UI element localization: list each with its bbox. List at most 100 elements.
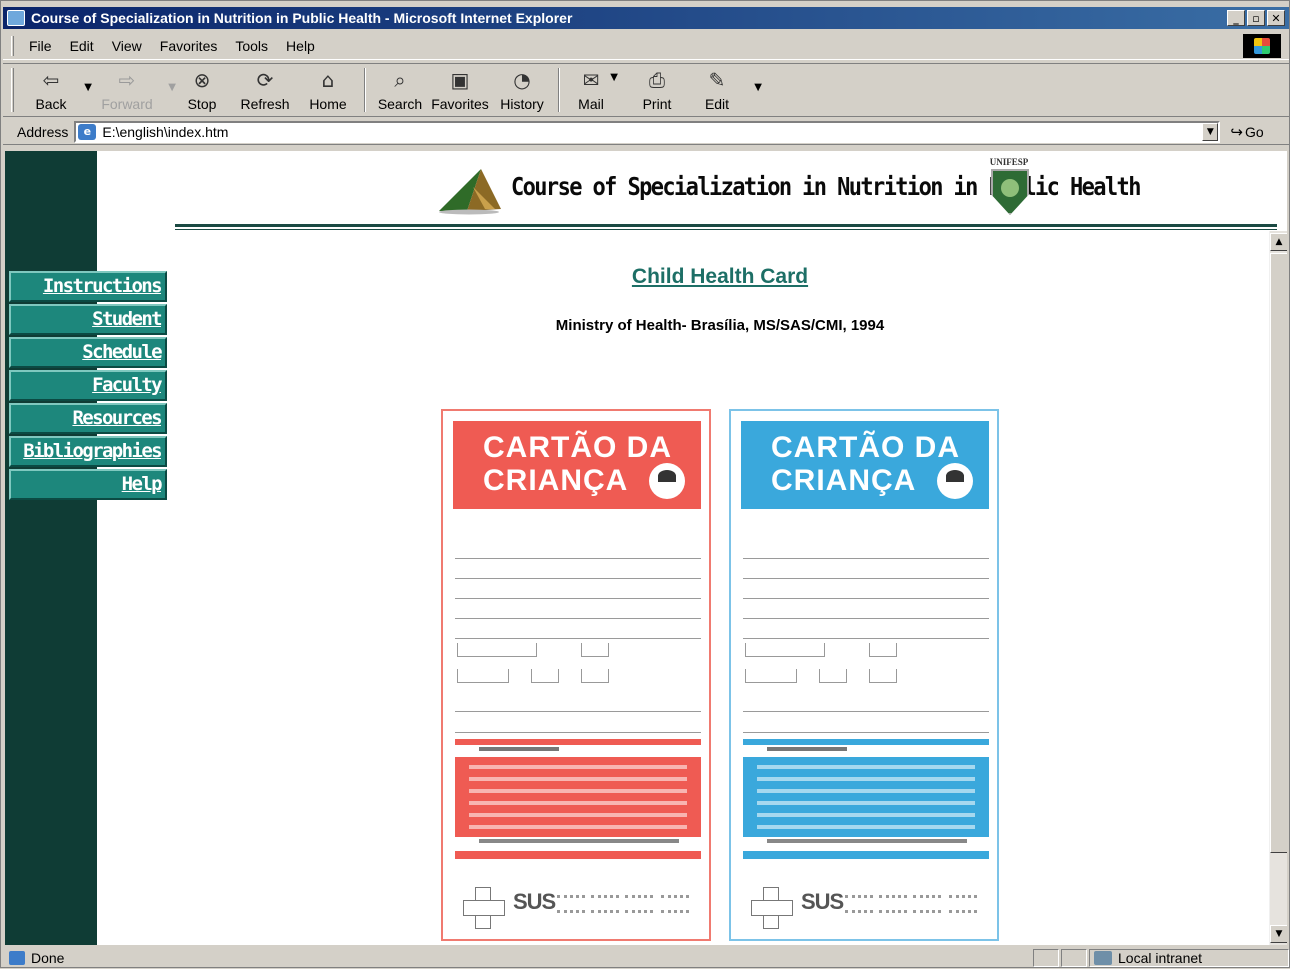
edit-button[interactable]: ✎ Edit ▼ bbox=[688, 64, 762, 116]
card-measurement-boxes bbox=[743, 643, 989, 713]
card-note bbox=[479, 839, 679, 843]
maximize-button[interactable]: ▫ bbox=[1247, 10, 1265, 26]
card-footer: SUS bbox=[457, 881, 699, 931]
menu-grip[interactable] bbox=[11, 35, 14, 56]
menu-view[interactable]: View bbox=[103, 38, 151, 54]
home-button[interactable]: ⌂ Home bbox=[298, 64, 358, 116]
status-pane bbox=[1061, 949, 1087, 967]
unifesp-crest-icon bbox=[991, 169, 1029, 215]
back-label: Back bbox=[35, 96, 67, 112]
forward-button[interactable]: ⇨ Forward ▼ bbox=[90, 64, 176, 116]
go-arrow-icon: ↪ bbox=[1230, 122, 1243, 141]
mail-dropdown-icon[interactable]: ▼ bbox=[610, 72, 618, 83]
internet-explorer-icon bbox=[7, 10, 25, 26]
card-band bbox=[743, 739, 989, 745]
back-arrow-icon: ⇦ bbox=[42, 68, 60, 92]
card-heading: CARTÃO DA CRIANÇA bbox=[741, 421, 989, 509]
vertical-scrollbar[interactable]: ▲ ▼ bbox=[1269, 231, 1287, 945]
toolbar-separator bbox=[364, 68, 366, 112]
menu-edit[interactable]: Edit bbox=[61, 38, 103, 54]
card-heading-line1: CARTÃO DA bbox=[483, 431, 672, 464]
menu-favorites[interactable]: Favorites bbox=[151, 38, 227, 54]
card-note bbox=[767, 839, 967, 843]
nav-resources[interactable]: Resources bbox=[9, 403, 167, 434]
menu-file[interactable]: File bbox=[20, 38, 61, 54]
footer-text-block bbox=[591, 895, 619, 913]
unifesp-label: UNIFESP bbox=[989, 157, 1029, 167]
page-icon: e bbox=[78, 123, 97, 140]
forward-arrow-icon: ⇨ bbox=[118, 68, 136, 92]
status-text: Done bbox=[31, 950, 65, 966]
child-face-icon bbox=[937, 463, 973, 499]
sus-logo: SUS bbox=[801, 889, 844, 914]
status-pane bbox=[1033, 949, 1059, 967]
card-rights-box bbox=[743, 757, 989, 837]
card-note-band bbox=[743, 851, 989, 859]
menu-bar: File Edit View Favorites Tools Help bbox=[3, 32, 1289, 60]
health-cross-icon bbox=[463, 887, 505, 929]
header-divider bbox=[175, 224, 1277, 230]
course-logo-icon bbox=[439, 169, 501, 215]
nav-student[interactable]: Student bbox=[9, 304, 167, 335]
menu-tools[interactable]: Tools bbox=[226, 38, 277, 54]
title-bar: Course of Specialization in Nutrition in… bbox=[3, 7, 1289, 29]
address-value[interactable]: E:\english\index.htm bbox=[102, 124, 228, 140]
footer-text-block bbox=[913, 895, 941, 913]
refresh-icon: ⟳ bbox=[256, 68, 274, 92]
history-button[interactable]: ◔ History bbox=[492, 64, 552, 116]
nav-help[interactable]: Help bbox=[9, 469, 167, 500]
address-dropdown-icon[interactable]: ▼ bbox=[1202, 122, 1219, 141]
footer-text-block bbox=[661, 895, 689, 913]
go-button[interactable]: ↪ Go bbox=[1230, 123, 1263, 141]
nav-bibliographies[interactable]: Bibliographies bbox=[9, 436, 167, 467]
card-note-band bbox=[455, 851, 701, 859]
windows-logo-throbber bbox=[1243, 34, 1281, 58]
go-label: Go bbox=[1244, 123, 1264, 140]
address-field[interactable]: e E:\english\index.htm ▼ bbox=[74, 120, 1221, 143]
content-title: Child Health Card bbox=[631, 265, 809, 288]
back-button[interactable]: ⇦ Back ▼ bbox=[22, 64, 92, 116]
close-button[interactable]: ✕ bbox=[1267, 10, 1285, 26]
mail-button[interactable]: ✉ Mail ▼ bbox=[566, 64, 618, 116]
nav-faculty[interactable]: Faculty bbox=[9, 370, 167, 401]
mail-label: Mail bbox=[578, 96, 604, 112]
print-label: Print bbox=[642, 96, 672, 112]
edit-label: Edit bbox=[704, 96, 730, 112]
page-done-icon bbox=[9, 951, 25, 965]
history-icon: ◔ bbox=[513, 68, 531, 92]
standard-toolbar: ⇦ Back ▼ ⇨ Forward ▼ ⊗ Stop ⟳ Refresh ⌂ … bbox=[3, 63, 1289, 117]
footer-text-block bbox=[845, 895, 873, 913]
search-label: Search bbox=[377, 96, 423, 112]
favorites-folder-icon: ▣ bbox=[450, 68, 470, 92]
menu-help[interactable]: Help bbox=[277, 38, 324, 54]
security-zone[interactable]: Local intranet bbox=[1089, 949, 1289, 967]
card-observations bbox=[743, 705, 989, 733]
sus-logo: SUS bbox=[513, 889, 556, 914]
minimize-button[interactable]: _ bbox=[1227, 10, 1245, 26]
window-title: Course of Specialization in Nutrition in… bbox=[31, 10, 573, 26]
favorites-button[interactable]: ▣ Favorites bbox=[428, 64, 492, 116]
stop-label: Stop bbox=[187, 96, 217, 112]
site-title: Course of Specialization in Nutrition in… bbox=[511, 173, 1141, 202]
stop-icon: ⊗ bbox=[193, 68, 211, 92]
edit-dropdown-icon[interactable]: ▼ bbox=[754, 82, 762, 93]
scroll-up-arrow-icon[interactable]: ▲ bbox=[1270, 233, 1287, 251]
refresh-button[interactable]: ⟳ Refresh bbox=[232, 64, 298, 116]
print-button[interactable]: ⎙ Print bbox=[626, 64, 688, 116]
home-icon: ⌂ bbox=[321, 68, 335, 92]
footer-text-block bbox=[879, 895, 907, 913]
status-bar: Done Local intranet bbox=[3, 947, 1289, 969]
refresh-label: Refresh bbox=[240, 96, 290, 112]
scroll-down-arrow-icon[interactable]: ▼ bbox=[1270, 925, 1287, 943]
search-button[interactable]: ⌕ Search bbox=[372, 64, 428, 116]
toolbar-grip[interactable] bbox=[11, 68, 14, 112]
nav-instructions[interactable]: Instructions bbox=[9, 271, 167, 302]
nav-schedule[interactable]: Schedule bbox=[9, 337, 167, 368]
history-label: History bbox=[500, 96, 544, 112]
scroll-thumb[interactable] bbox=[1270, 253, 1287, 853]
favorites-label: Favorites bbox=[431, 96, 489, 112]
footer-text-block bbox=[625, 895, 653, 913]
content-subtitle: Ministry of Health- Brasília, MS/SAS/CMI… bbox=[555, 317, 885, 334]
stop-button[interactable]: ⊗ Stop bbox=[172, 64, 232, 116]
child-face-icon bbox=[649, 463, 685, 499]
